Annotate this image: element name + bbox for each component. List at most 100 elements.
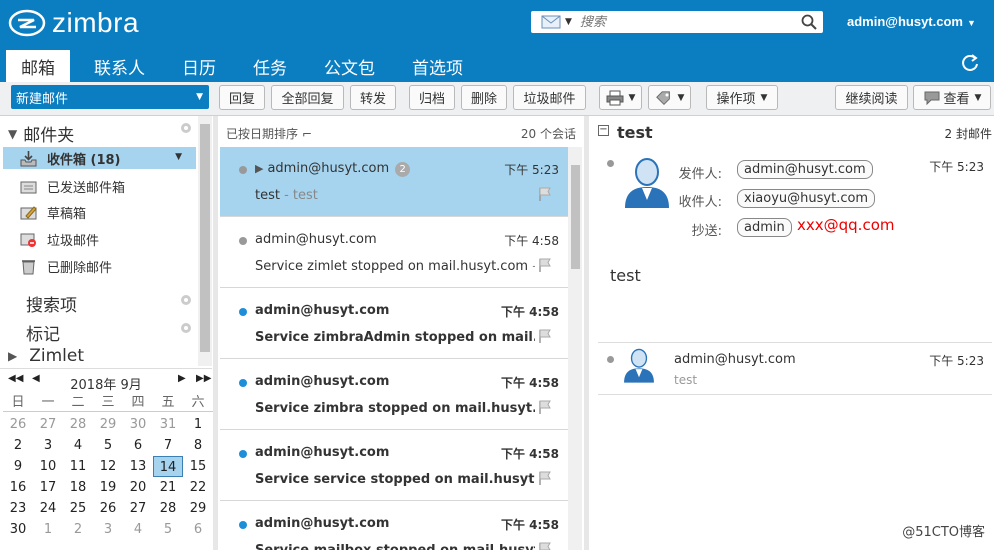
tab-contacts[interactable]: 联系人 bbox=[81, 50, 158, 82]
calendar-day[interactable]: 31 bbox=[153, 414, 183, 435]
to-address-chip[interactable]: xiaoyu@husyt.com bbox=[737, 189, 876, 208]
scrollbar-thumb[interactable] bbox=[571, 165, 580, 269]
view-button[interactable]: 查看 ▼ bbox=[913, 85, 991, 110]
unread-dot[interactable] bbox=[239, 450, 247, 458]
calendar-day[interactable]: 17 bbox=[33, 477, 63, 498]
message-row[interactable]: admin@husyt.com 下午 4:58 Service service st… bbox=[220, 431, 568, 501]
search-input[interactable] bbox=[579, 14, 801, 30]
calendar-day[interactable]: 27 bbox=[33, 414, 63, 435]
refresh-icon[interactable] bbox=[960, 53, 980, 73]
sidebar-item-trash[interactable]: 已删除邮件 bbox=[20, 255, 112, 277]
gear-icon[interactable] bbox=[179, 293, 193, 307]
archive-button[interactable]: 归档 bbox=[409, 85, 455, 110]
message-row[interactable]: admin@husyt.com 下午 4:58 Service zimbraAdmi… bbox=[220, 289, 568, 359]
next-year-icon[interactable]: ▶▶ bbox=[196, 373, 211, 384]
forward-button[interactable]: 转发 bbox=[350, 85, 396, 110]
account-menu[interactable]: admin@husyt.com ▼ bbox=[847, 14, 976, 29]
new-mail-button[interactable]: 新建邮件 ▼ bbox=[11, 85, 209, 109]
calendar-day[interactable]: 18 bbox=[63, 477, 93, 498]
searches-header[interactable]: 搜索项 bbox=[26, 291, 77, 316]
calendar-day[interactable]: 22 bbox=[183, 477, 213, 498]
folder-scrollbar[interactable] bbox=[198, 116, 212, 366]
flag-icon[interactable] bbox=[538, 258, 552, 272]
expand-icon[interactable]: ▶ bbox=[8, 349, 17, 363]
calendar-day[interactable]: 20 bbox=[123, 477, 153, 498]
calendar-day[interactable]: 6 bbox=[123, 435, 153, 456]
calendar-day[interactable]: 19 bbox=[93, 477, 123, 498]
collapse-icon[interactable]: ▼ bbox=[8, 127, 17, 141]
next-month-icon[interactable]: ▶ bbox=[178, 373, 186, 384]
expand-icon[interactable]: ▶ bbox=[255, 162, 263, 175]
sidebar-item-drafts[interactable]: 草稿箱 bbox=[20, 201, 86, 223]
calendar-day[interactable]: 2 bbox=[63, 519, 93, 540]
calendar-day[interactable]: 12 bbox=[93, 456, 123, 477]
calendar-day[interactable]: 21 bbox=[153, 477, 183, 498]
continue-reading-button[interactable]: 继续阅读 bbox=[835, 85, 908, 110]
gear-icon[interactable] bbox=[179, 321, 193, 335]
sidebar-item-junk[interactable]: 垃圾邮件 bbox=[20, 228, 99, 250]
unread-dot[interactable] bbox=[239, 308, 247, 316]
calendar-day[interactable]: 4 bbox=[123, 519, 153, 540]
calendar-day[interactable]: 4 bbox=[63, 435, 93, 456]
tab-mail[interactable]: 邮箱 bbox=[6, 50, 70, 82]
calendar-day[interactable]: 1 bbox=[183, 414, 213, 435]
sort-control[interactable]: 已按日期排序 ⌐ bbox=[226, 125, 312, 142]
sidebar-item-inbox-label-row[interactable]: 收件箱 (18) bbox=[20, 147, 121, 169]
calendar-day[interactable]: 2 bbox=[3, 435, 33, 456]
flag-icon[interactable] bbox=[538, 329, 552, 343]
calendar-day[interactable]: 26 bbox=[93, 498, 123, 519]
delete-button[interactable]: 删除 bbox=[461, 85, 507, 110]
read-status-dot[interactable] bbox=[607, 160, 614, 167]
tab-calendar[interactable]: 日历 bbox=[169, 50, 229, 82]
tags-header[interactable]: 标记 bbox=[26, 320, 60, 345]
print-button[interactable]: ▼ bbox=[599, 85, 642, 110]
calendar-day[interactable]: 9 bbox=[3, 456, 33, 477]
tag-button[interactable]: ▼ bbox=[648, 85, 691, 110]
calendar-day[interactable]: 28 bbox=[63, 414, 93, 435]
cc-address-chip[interactable]: admin bbox=[737, 218, 792, 237]
calendar-day[interactable]: 24 bbox=[33, 498, 63, 519]
calendar-day[interactable]: 29 bbox=[183, 498, 213, 519]
scrollbar-thumb[interactable] bbox=[200, 124, 210, 352]
calendar-day[interactable]: 3 bbox=[93, 519, 123, 540]
calendar-day[interactable]: 15 bbox=[183, 456, 213, 477]
calendar-day[interactable]: 29 bbox=[93, 414, 123, 435]
tab-tasks[interactable]: 任务 bbox=[240, 50, 300, 82]
calendar-day[interactable]: 25 bbox=[63, 498, 93, 519]
flag-icon[interactable] bbox=[538, 471, 552, 485]
message-row[interactable]: admin@husyt.com 下午 4:58 Service mailbox st… bbox=[220, 502, 568, 550]
chevron-down-icon[interactable]: ▼ bbox=[196, 92, 203, 102]
calendar-day[interactable]: 30 bbox=[3, 519, 33, 540]
calendar-day[interactable]: 10 bbox=[33, 456, 63, 477]
message-row[interactable]: admin@husyt.com 下午 4:58 Service zimlet sto… bbox=[220, 218, 568, 288]
calendar-day[interactable]: 26 bbox=[3, 414, 33, 435]
search-box[interactable]: ▼ bbox=[531, 11, 823, 33]
calendar-day[interactable]: 3 bbox=[33, 435, 63, 456]
tab-briefcase[interactable]: 公文包 bbox=[311, 50, 388, 82]
search-icon[interactable] bbox=[801, 14, 817, 30]
calendar-day[interactable]: 5 bbox=[93, 435, 123, 456]
pane-splitter[interactable] bbox=[213, 116, 218, 550]
read-status-dot[interactable] bbox=[607, 356, 614, 363]
collapse-icon[interactable]: − bbox=[598, 125, 609, 136]
unread-dot[interactable] bbox=[239, 379, 247, 387]
list-scrollbar[interactable] bbox=[568, 147, 582, 550]
calendar-day[interactable]: 1 bbox=[33, 519, 63, 540]
calendar-day[interactable]: 28 bbox=[153, 498, 183, 519]
calendar-day[interactable]: 16 bbox=[3, 477, 33, 498]
gear-icon[interactable] bbox=[179, 121, 193, 135]
cc-extra-address[interactable]: xxx@qq.com bbox=[797, 216, 894, 234]
calendar-day[interactable]: 6 bbox=[183, 519, 213, 540]
calendar-day[interactable]: 14 bbox=[153, 456, 183, 477]
flag-icon[interactable] bbox=[538, 542, 552, 550]
unread-dot[interactable] bbox=[239, 521, 247, 529]
calendar-day[interactable]: 13 bbox=[123, 456, 153, 477]
unread-dot[interactable] bbox=[239, 237, 247, 245]
flag-icon[interactable] bbox=[538, 187, 552, 201]
spam-button[interactable]: 垃圾邮件 bbox=[513, 85, 586, 110]
chevron-down-icon[interactable]: ▼ bbox=[175, 152, 182, 162]
message-row[interactable]: admin@husyt.com 下午 4:58 Service zimbra sto… bbox=[220, 360, 568, 430]
reply-button[interactable]: 回复 bbox=[219, 85, 265, 110]
calendar-day[interactable]: 5 bbox=[153, 519, 183, 540]
flag-icon[interactable] bbox=[538, 400, 552, 414]
